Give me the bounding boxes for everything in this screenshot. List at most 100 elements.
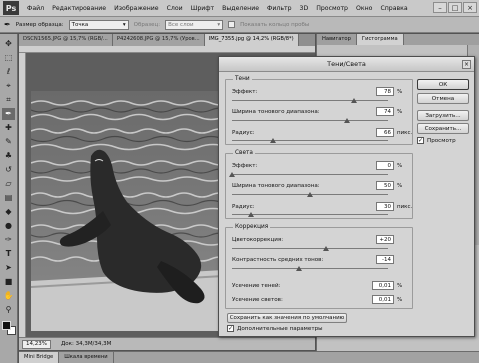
- menu-filter[interactable]: Фильтр: [263, 5, 295, 12]
- move-tool-icon[interactable]: ✥: [2, 38, 15, 50]
- slider-thumb[interactable]: [296, 266, 303, 271]
- color-correction-slider[interactable]: [232, 246, 388, 251]
- brush-tool-icon[interactable]: ✎: [2, 136, 15, 148]
- sea-lion-photo[interactable]: [31, 91, 241, 331]
- hand-tool-icon[interactable]: ✋: [2, 290, 15, 302]
- ok-button[interactable]: ОК: [417, 79, 469, 90]
- menu-3d[interactable]: 3D: [296, 5, 313, 12]
- menu-edit[interactable]: Редактирование: [48, 5, 110, 12]
- highlights-effect-row: Эффект: 0 %: [232, 160, 408, 171]
- slider-thumb[interactable]: [269, 138, 276, 143]
- midtone-contrast-slider[interactable]: [232, 266, 388, 271]
- highlights-radius-input[interactable]: 30: [376, 202, 394, 211]
- shadows-radius-slider[interactable]: [232, 138, 388, 143]
- type-tool-icon[interactable]: T: [2, 248, 15, 260]
- marquee-tool-icon[interactable]: ⬚: [2, 52, 15, 64]
- window-controls: – □ ×: [433, 2, 477, 13]
- shape-tool-icon[interactable]: ■: [2, 276, 15, 288]
- shadows-tonal-input[interactable]: 74: [376, 107, 394, 116]
- preview-checkbox[interactable]: ✓: [417, 137, 424, 144]
- document-size-info[interactable]: Док: 34,3М/34,3М: [61, 341, 111, 347]
- show-ring-checkbox[interactable]: [228, 21, 236, 28]
- shadows-tonal-slider[interactable]: [232, 118, 388, 123]
- clip-highlights-input[interactable]: 0,01: [372, 295, 394, 304]
- save-as-defaults-button[interactable]: Сохранить как значения по умолчанию: [227, 313, 347, 323]
- preview-option: ✓ Просмотр: [417, 137, 456, 144]
- zoom-tool-icon[interactable]: ⚲: [2, 304, 15, 316]
- shadows-effect-unit: %: [397, 88, 403, 95]
- slider-thumb[interactable]: [344, 118, 351, 123]
- menu-help[interactable]: Справка: [376, 5, 411, 12]
- slider-thumb[interactable]: [322, 246, 329, 251]
- slider-thumb[interactable]: [350, 98, 357, 103]
- doc-tab-dscn1565[interactable]: DSCN1565.JPG @ 15,7% (RGB/...: [19, 34, 113, 46]
- minimize-button[interactable]: –: [433, 2, 447, 13]
- menu-window[interactable]: Окно: [352, 5, 376, 12]
- zoom-level-field[interactable]: 14,23%: [22, 339, 51, 349]
- highlights-group: Света Эффект: 0 % Ширина тонового диапаз…: [225, 150, 413, 219]
- highlights-radius-slider[interactable]: [232, 212, 388, 217]
- shadows-effect-input[interactable]: 78: [376, 87, 394, 96]
- highlights-effect-input[interactable]: 0: [376, 161, 394, 170]
- shadows-legend: Тени: [233, 76, 252, 82]
- foreground-color-swatch[interactable]: [1, 321, 11, 330]
- clip-shadows-input[interactable]: 0,01: [372, 281, 394, 290]
- tab-histogram[interactable]: Гистограмма: [356, 34, 404, 45]
- slider-thumb[interactable]: [247, 212, 254, 217]
- quick-select-tool-icon[interactable]: ⌖: [2, 80, 15, 92]
- dialog-close-button[interactable]: ×: [462, 60, 471, 69]
- slider-track: [232, 100, 388, 101]
- path-selection-tool-icon[interactable]: ➤: [2, 262, 15, 274]
- healing-brush-tool-icon[interactable]: ✚: [2, 122, 15, 134]
- load-button[interactable]: Загрузить...: [417, 110, 469, 121]
- history-brush-tool-icon[interactable]: ↺: [2, 164, 15, 176]
- options-bar: ✒ Размер образца: Точка ▾ Образец: Все с…: [0, 17, 479, 33]
- eyedropper-tool-icon[interactable]: ✒: [2, 108, 15, 120]
- dodge-tool-icon[interactable]: ●: [2, 220, 15, 232]
- sample-size-select[interactable]: Точка ▾: [68, 19, 129, 30]
- midtone-contrast-input[interactable]: -14: [376, 255, 394, 264]
- close-window-button[interactable]: ×: [463, 2, 477, 13]
- clip-shadows-unit: %: [397, 282, 403, 289]
- menu-type[interactable]: Шрифт: [187, 5, 218, 12]
- clone-stamp-tool-icon[interactable]: ♣: [2, 150, 15, 162]
- sample-select[interactable]: Все слои ▾: [165, 19, 224, 30]
- menu-layers[interactable]: Слои: [163, 5, 187, 12]
- tab-mini-bridge[interactable]: Mini Bridge: [19, 352, 60, 363]
- shadows-effect-slider[interactable]: [232, 98, 388, 103]
- gradient-tool-icon[interactable]: ▤: [2, 192, 15, 204]
- highlights-tonal-input[interactable]: 50: [376, 181, 394, 190]
- blur-tool-icon[interactable]: ◆: [2, 206, 15, 218]
- crop-tool-icon[interactable]: ⌗: [2, 94, 15, 106]
- cancel-button[interactable]: Отмена: [417, 93, 469, 104]
- save-button[interactable]: Сохранить...: [417, 123, 469, 134]
- doc-tab-p4242608[interactable]: P4242608.JPG @ 15,7% (Уров...: [112, 34, 205, 46]
- menu-bar: Ps Файл Редактирование Изображение Слои …: [0, 0, 479, 17]
- highlights-tonal-row: Ширина тонового диапазона: 50 %: [232, 180, 408, 191]
- menu-file[interactable]: Файл: [23, 5, 48, 12]
- color-swatches[interactable]: [1, 321, 16, 335]
- correction-group: Коррекция Цветокоррекция: +20 Контрастно…: [225, 224, 413, 309]
- tab-navigator[interactable]: Навигатор: [317, 34, 357, 45]
- highlights-effect-slider[interactable]: [229, 172, 388, 177]
- doc-tab-img7355[interactable]: IMG_7355.jpg @ 14,2% (RGB/8*): [204, 34, 299, 46]
- correction-legend: Коррекция: [233, 224, 271, 230]
- color-correction-input[interactable]: +20: [376, 235, 394, 244]
- more-options-label: Дополнительные параметры: [237, 325, 323, 332]
- tab-timeline[interactable]: Шкала времени: [59, 352, 114, 363]
- slider-thumb[interactable]: [229, 172, 235, 177]
- eyedropper-icon[interactable]: ✒: [4, 20, 11, 29]
- highlights-tonal-slider[interactable]: [232, 192, 388, 197]
- menu-image[interactable]: Изображение: [110, 5, 163, 12]
- eraser-tool-icon[interactable]: ▱: [2, 178, 15, 190]
- menu-view[interactable]: Просмотр: [312, 5, 352, 12]
- pen-tool-icon[interactable]: ✑: [2, 234, 15, 246]
- lasso-tool-icon[interactable]: ℓ: [2, 66, 15, 78]
- maximize-button[interactable]: □: [448, 2, 462, 13]
- slider-thumb[interactable]: [307, 192, 313, 197]
- menu-select[interactable]: Выделение: [218, 5, 263, 12]
- dialog-title-bar[interactable]: Тени/Света ×: [219, 57, 474, 72]
- midtone-contrast-label: Контрастность средних тонов:: [232, 256, 324, 263]
- more-options-checkbox[interactable]: ✓: [227, 325, 234, 332]
- shadows-radius-input[interactable]: 66: [376, 128, 394, 137]
